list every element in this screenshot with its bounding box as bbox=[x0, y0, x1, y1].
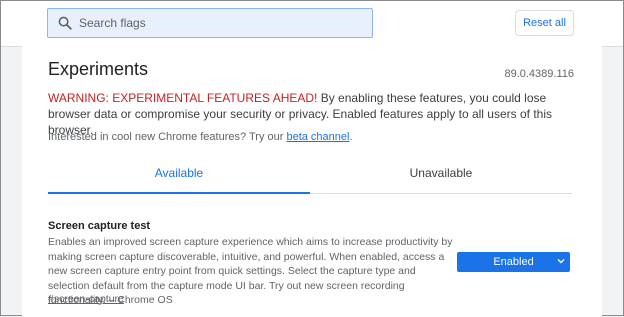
toolbar: Search flags Reset all bbox=[1, 1, 623, 47]
tab-available[interactable]: Available bbox=[48, 153, 310, 194]
page-title: Experiments bbox=[48, 59, 149, 79]
warning-prefix: WARNING: EXPERIMENTAL FEATURES AHEAD! bbox=[48, 91, 318, 105]
beta-channel-link[interactable]: beta channel bbox=[286, 131, 349, 143]
experiment-state-select[interactable]: Enabled bbox=[457, 252, 570, 272]
experiment-tag-link[interactable]: #screen-capture bbox=[48, 293, 124, 305]
search-placeholder: Search flags bbox=[79, 16, 146, 30]
reset-all-button[interactable]: Reset all bbox=[515, 10, 574, 36]
experiment-state-value: Enabled bbox=[493, 256, 534, 268]
version-label: 89.0.4389.116 bbox=[504, 68, 574, 80]
search-icon bbox=[58, 16, 72, 30]
tab-unavailable[interactable]: Unavailable bbox=[310, 153, 572, 193]
beta-promo: Interested in cool new Chrome features? … bbox=[48, 131, 353, 143]
beta-text: Interested in cool new Chrome features? … bbox=[48, 131, 287, 143]
experiment-name: Screen capture test bbox=[48, 220, 151, 232]
main-panel: Experiments 89.0.4389.116 WARNING: EXPER… bbox=[22, 46, 602, 317]
beta-suffix: . bbox=[349, 131, 353, 143]
tab-bar: Available Unavailable bbox=[48, 153, 572, 194]
chevron-down-icon bbox=[557, 257, 565, 265]
search-input[interactable]: Search flags bbox=[47, 8, 373, 38]
